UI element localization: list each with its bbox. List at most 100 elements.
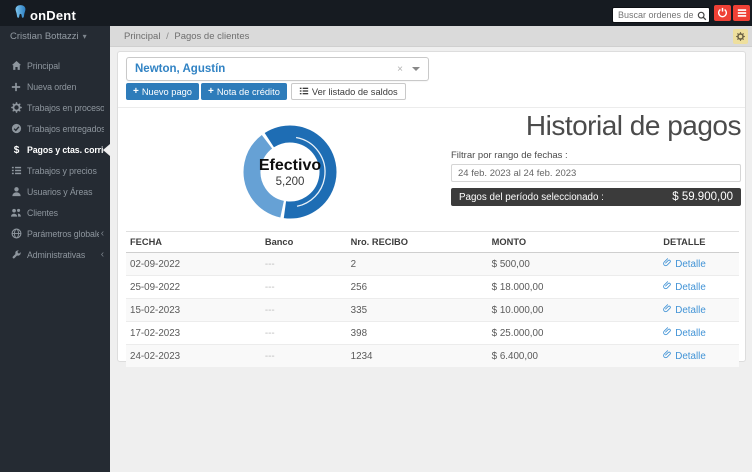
cell-monto: $ 500,00 [488,253,660,276]
cell-banco: --- [261,253,347,276]
cell-banco: --- [261,276,347,299]
menu-toggle-button[interactable] [733,5,750,21]
detail-link[interactable]: Detalle [663,327,706,339]
search-input[interactable] [612,7,710,23]
paperclip-icon [663,304,672,316]
detail-link[interactable]: Detalle [663,281,706,293]
detail-link[interactable]: Detalle [663,304,706,316]
app-logo[interactable]: onDent [12,4,76,26]
new-payment-button[interactable]: + Nuevo pago [126,83,199,100]
breadcrumb-bar: Principal / Pagos de clientes [110,26,752,47]
users-icon [10,207,22,218]
chevron-left-icon: ‹ [101,249,104,260]
tooth-icon [12,4,29,26]
page-settings-button[interactable] [733,29,748,44]
sidebar-item-trabajos-y-precios[interactable]: Trabajos y precios [0,160,110,181]
cell-banco: --- [261,299,347,322]
period-total-label: Pagos del período seleccionado : [459,192,604,203]
sidebar: Cristian Bottazzi ▾ Principal Nueva orden… [0,26,110,472]
client-select[interactable]: Newton, Agustín × [126,57,429,81]
cell-fecha: 02-09-2022 [126,253,261,276]
dollar-icon: $ [10,144,22,155]
paperclip-icon [663,281,672,293]
caret-down-icon: ▾ [83,32,87,41]
user-menu[interactable]: Cristian Bottazzi ▾ [0,26,110,47]
sidebar-item-par-metros-globales[interactable]: Parámetros globales‹ [0,223,110,244]
credit-note-label: Nota de crédito [217,87,280,97]
cell-recibo: 2 [347,253,488,276]
logout-button[interactable] [714,5,731,21]
sidebar-item-label: Trabajos y precios [27,166,104,176]
col-header-detalle: DETALLE [659,232,739,253]
cell-banco: --- [261,322,347,345]
date-range-input[interactable] [451,164,741,182]
wrench-icon [10,249,22,260]
cell-fecha: 17-02-2023 [126,322,261,345]
sidebar-item-administrativas[interactable]: Administrativas‹ [0,244,110,265]
gear-icon [10,102,22,113]
breadcrumb-item-current: Pagos de clientes [174,31,249,42]
breadcrumb-item-principal[interactable]: Principal [124,31,160,42]
sidebar-item-usuarios-y-reas[interactable]: Usuarios y Áreas [0,181,110,202]
sidebar-item-nueva-orden[interactable]: Nueva orden [0,76,110,97]
power-icon [717,6,728,21]
user-name: Cristian Bottazzi [10,31,79,42]
detail-link[interactable]: Detalle [663,350,706,362]
clear-selection-icon[interactable]: × [397,64,403,75]
sidebar-item-label: Usuarios y Áreas [27,187,104,197]
sidebar-item-clientes[interactable]: Clientes [0,202,110,223]
toolbar: + Nuevo pago + Nota de crédito [126,83,406,100]
period-total-value: $ 59.900,00 [672,191,733,203]
sidebar-item-pagos-y-ctas-corrientes[interactable]: $ Pagos y ctas. corrientes [0,139,110,160]
top-navbar: onDent [0,0,752,26]
sidebar-item-trabajos-entregados[interactable]: Trabajos entregados [0,118,110,139]
sidebar-item-label: Pagos y ctas. corrientes [27,145,104,155]
table-header-row: FECHA Banco Nro. RECIBO MONTO DETALLE [126,232,739,253]
table-row: 24-02-2023---1234$ 6.400,00Detalle [126,345,739,368]
client-select-value: Newton, Agustín [127,63,397,75]
breadcrumb: Principal / Pagos de clientes [124,31,249,42]
content-area: Newton, Agustín × + Nuevo pago + Nota de… [110,47,752,472]
cell-monto: $ 6.400,00 [488,345,660,368]
sidebar-item-label: Clientes [27,208,104,218]
table-row: 25-09-2022---256$ 18.000,00Detalle [126,276,739,299]
detail-link[interactable]: Detalle [663,258,706,270]
page-title: Historial de pagos [451,109,741,143]
sidebar-item-label: Trabajos entregados [27,124,104,134]
list-icon [299,86,309,98]
cell-recibo: 256 [347,276,488,299]
detail-link-label: Detalle [675,328,706,339]
cell-fecha: 25-09-2022 [126,276,261,299]
history-panel: Historial de pagos Filtrar por rango de … [451,109,741,206]
user-icon [10,186,22,197]
payments-table: FECHA Banco Nro. RECIBO MONTO DETALLE 02… [126,231,739,367]
home-icon [10,60,22,71]
search-icon [697,8,707,26]
cell-monto: $ 10.000,00 [488,299,660,322]
table-row: 17-02-2023---398$ 25.000,00Detalle [126,322,739,345]
payments-card: Newton, Agustín × + Nuevo pago + Nota de… [117,51,746,362]
sidebar-item-trabajos-en-proceso[interactable]: Trabajos en proceso [0,97,110,118]
table-row: 15-02-2023---335$ 10.000,00Detalle [126,299,739,322]
sidebar-item-label: Administrativas [27,250,99,260]
list-icon [10,165,22,176]
chevron-left-icon: ‹ [101,228,104,239]
cell-detalle: Detalle [659,253,739,276]
plus-icon: + [133,86,139,97]
cell-recibo: 1234 [347,345,488,368]
sidebar-item-label: Trabajos en proceso [27,103,104,113]
balances-list-button[interactable]: Ver listado de saldos [291,83,406,100]
check-circle-icon [10,123,22,134]
chevron-down-icon[interactable] [412,67,420,75]
col-header-banco: Banco [261,232,347,253]
donut-center-label: Efectivo [259,157,321,175]
cell-detalle: Detalle [659,299,739,322]
paperclip-icon [663,327,672,339]
sidebar-item-principal[interactable]: Principal [0,55,110,76]
credit-note-button[interactable]: + Nota de crédito [201,83,287,100]
detail-link-label: Detalle [675,259,706,270]
cell-fecha: 24-02-2023 [126,345,261,368]
sidebar-item-label: Principal [27,61,104,71]
globe-icon [10,228,22,239]
col-header-monto: MONTO [488,232,660,253]
